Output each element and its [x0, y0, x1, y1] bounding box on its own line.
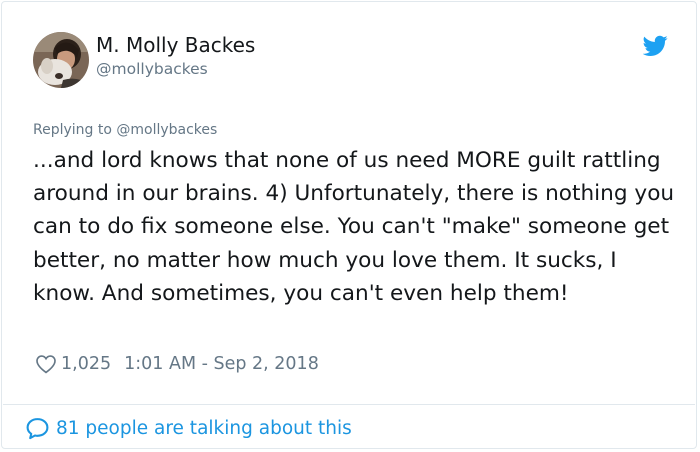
heart-icon[interactable] — [35, 353, 57, 375]
tweet-timestamp[interactable]: 1:01 AM - Sep 2, 2018 — [124, 354, 319, 374]
like-count[interactable]: 1,025 — [61, 354, 111, 374]
replying-to[interactable]: Replying to @mollybackes — [33, 122, 217, 138]
avatar[interactable] — [33, 32, 89, 88]
divider — [3, 404, 695, 405]
talking-about-link[interactable]: 81 people are talking about this — [25, 416, 352, 441]
speech-bubble-icon — [26, 418, 49, 440]
user-handle[interactable]: @mollybackes — [96, 60, 208, 78]
display-name[interactable]: M. Molly Backes — [96, 33, 255, 57]
avatar-photo — [33, 32, 89, 88]
tweet-card: M. Molly Backes @mollybackes Replying to… — [1, 1, 697, 449]
tweet-text: ...and lord knows that none of us need M… — [33, 148, 675, 306]
talking-about-text[interactable]: 81 people are talking about this — [56, 418, 352, 439]
twitter-bird-icon[interactable] — [643, 35, 668, 57]
tweet-meta: 1,025 1:01 AM - Sep 2, 2018 — [35, 353, 319, 375]
